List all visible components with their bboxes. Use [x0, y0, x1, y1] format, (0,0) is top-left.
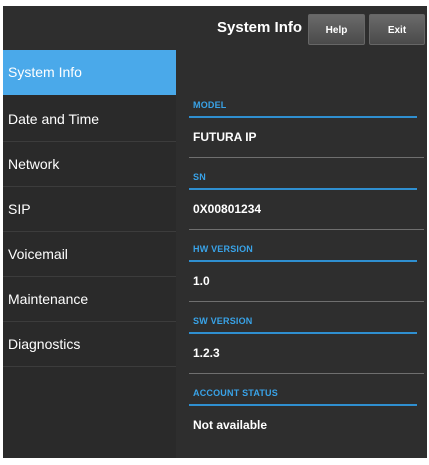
account-status-field: ACCOUNT STATUS Not available — [189, 374, 424, 446]
model-value: FUTURA IP — [193, 130, 257, 144]
sw-version-field: SW VERSION 1.2.3 — [189, 302, 424, 374]
help-button[interactable]: Help — [308, 14, 365, 45]
hw-version-value: 1.0 — [193, 274, 210, 288]
serial-number-label: SN — [193, 172, 206, 182]
label-underline — [189, 260, 417, 262]
account-status-label: ACCOUNT STATUS — [193, 388, 278, 398]
label-underline — [189, 332, 417, 334]
header-bar: System Info Help Exit — [3, 6, 427, 50]
label-underline — [189, 404, 417, 406]
serial-number-value: 0X00801234 — [193, 202, 262, 216]
sidebar-menu: System Info Date and Time Network SIP Vo… — [3, 50, 176, 458]
hw-version-label: HW VERSION — [193, 244, 254, 254]
settings-screen: System Info Help Exit System Info Date a… — [3, 6, 427, 458]
sidebar-item-date-and-time[interactable]: Date and Time — [3, 97, 176, 142]
serial-number-field: SN 0X00801234 — [189, 158, 424, 230]
sidebar-item-voicemail[interactable]: Voicemail — [3, 232, 176, 277]
sidebar-item-diagnostics[interactable]: Diagnostics — [3, 322, 176, 367]
exit-button[interactable]: Exit — [369, 14, 425, 45]
sidebar-item-sip[interactable]: SIP — [3, 187, 176, 232]
model-field: MODEL FUTURA IP — [189, 86, 424, 158]
sidebar-item-network[interactable]: Network — [3, 142, 176, 187]
label-underline — [189, 188, 417, 190]
model-label: MODEL — [193, 100, 227, 110]
hw-version-field: HW VERSION 1.0 — [189, 230, 424, 302]
sidebar-item-maintenance[interactable]: Maintenance — [3, 277, 176, 322]
sidebar-item-system-info[interactable]: System Info — [3, 50, 176, 95]
label-underline — [189, 116, 417, 118]
page-title: System Info — [217, 19, 303, 36]
device-frame: System Info Help Exit System Info Date a… — [0, 0, 429, 465]
sw-version-value: 1.2.3 — [193, 346, 220, 360]
account-status-value: Not available — [193, 418, 268, 432]
sw-version-label: SW VERSION — [193, 316, 253, 326]
